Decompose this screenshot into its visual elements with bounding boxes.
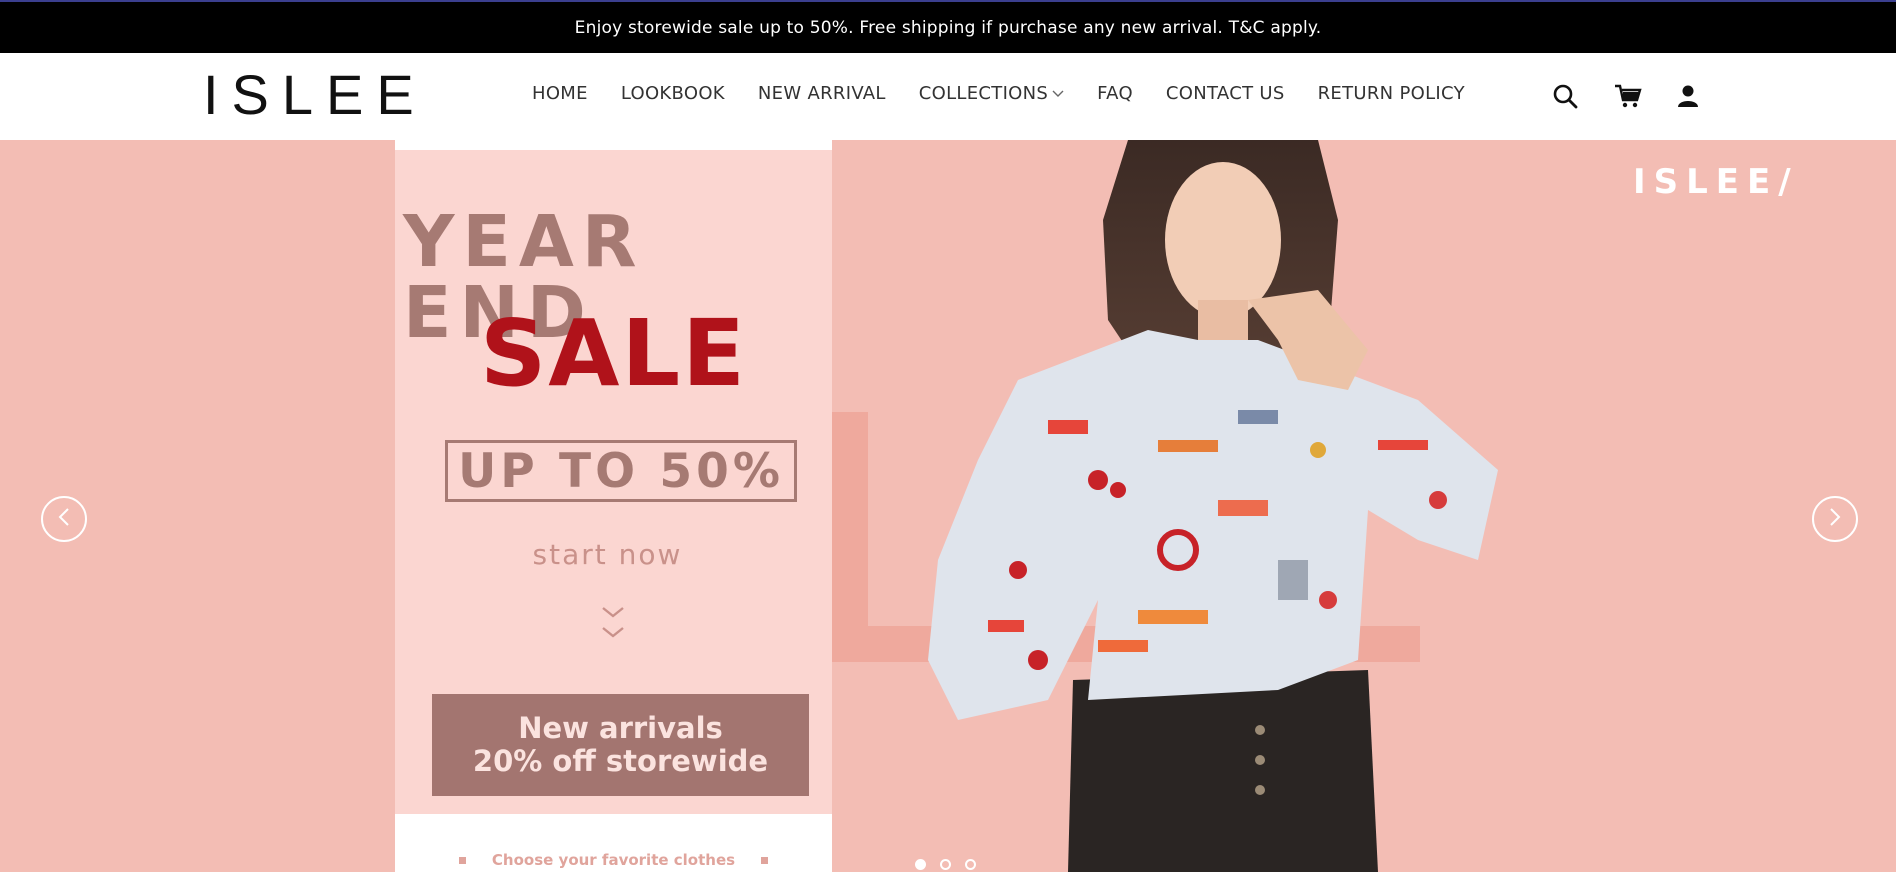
hero-slider: YEAR END SALE UP TO 50% start now New ar… (0, 140, 1896, 872)
slider-prev-button[interactable] (41, 496, 87, 542)
choose-caption: Choose your favorite clothes (395, 851, 832, 869)
slider-dot-1[interactable] (915, 859, 926, 870)
bullet-square-icon (761, 857, 769, 864)
slider-dot-3[interactable] (965, 859, 976, 870)
site-header: ISLEE HOME LOOKBOOK NEW ARRIVAL COLLECTI… (0, 53, 1896, 140)
chevron-left-icon (57, 507, 71, 531)
chevron-right-icon (1828, 507, 1842, 531)
slider-dots (915, 859, 976, 870)
site-logo[interactable]: ISLEE (203, 67, 427, 123)
slide-brand-mark: ISLEE/ (1633, 162, 1799, 202)
chevron-down-icon (1052, 87, 1064, 101)
cart-icon[interactable] (1614, 83, 1642, 109)
sale-panel: YEAR END SALE UP TO 50% start now New ar… (395, 140, 832, 872)
user-icon[interactable] (1676, 83, 1702, 109)
new-arrivals-cta[interactable]: New arrivals 20% off storewide (432, 694, 809, 796)
discount-badge-text: UP TO 50% (458, 443, 784, 499)
nav-collections[interactable]: COLLECTIONS (919, 83, 1064, 104)
nav-contact-us[interactable]: CONTACT US (1166, 83, 1285, 104)
choose-text: Choose your favorite clothes (491, 851, 736, 869)
cta-line-2: 20% off storewide (472, 744, 769, 778)
double-chevron-down-icon (601, 604, 625, 650)
slider-dot-2[interactable] (940, 859, 951, 870)
search-icon[interactable] (1552, 83, 1578, 109)
model-photo (898, 140, 1508, 872)
announcement-text: Enjoy storewide sale up to 50%. Free shi… (574, 17, 1322, 38)
nav-new-arrival[interactable]: NEW ARRIVAL (758, 83, 886, 104)
announcement-bar: Enjoy storewide sale up to 50%. Free shi… (0, 2, 1896, 53)
bullet-square-icon (458, 857, 466, 864)
main-nav: HOME LOOKBOOK NEW ARRIVAL COLLECTIONS FA… (532, 83, 1498, 104)
panel-top-strip (395, 140, 832, 150)
nav-return-policy[interactable]: RETURN POLICY (1318, 83, 1465, 104)
discount-badge: UP TO 50% (445, 440, 797, 502)
nav-collections-label: COLLECTIONS (918, 83, 1049, 104)
nav-faq[interactable]: FAQ (1097, 83, 1133, 104)
nav-home[interactable]: HOME (532, 83, 588, 104)
start-now-link[interactable]: start now (395, 538, 820, 571)
cta-line-1: New arrivals (518, 710, 723, 745)
nav-lookbook[interactable]: LOOKBOOK (621, 83, 725, 104)
headline-sale: SALE (480, 300, 747, 407)
header-icons (1552, 83, 1702, 109)
slider-next-button[interactable] (1812, 496, 1858, 542)
decorative-letter-vertical (832, 412, 868, 657)
